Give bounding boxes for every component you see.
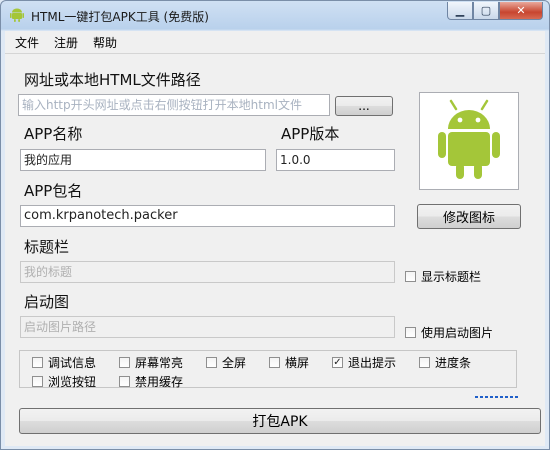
url-label: 网址或本地HTML文件路径 bbox=[24, 71, 201, 89]
close-icon: ✕ bbox=[516, 4, 526, 17]
checkbox-box bbox=[119, 376, 130, 387]
option-debug-checkbox[interactable]: 调试信息 bbox=[32, 354, 96, 371]
option-label: 退出提示 bbox=[348, 356, 397, 370]
option-label: 进度条 bbox=[435, 356, 472, 370]
checkbox-box bbox=[405, 327, 416, 338]
close-button[interactable]: ✕ bbox=[499, 2, 543, 20]
show-titlebar-checkbox[interactable]: 显示标题栏 bbox=[405, 268, 481, 285]
clipped-link[interactable] bbox=[475, 394, 519, 398]
option-keep-screen-on-checkbox[interactable]: 屏幕常亮 bbox=[119, 354, 183, 371]
browse-button[interactable]: ... bbox=[335, 96, 393, 116]
titlebar-label: 标题栏 bbox=[24, 238, 70, 256]
option-disable-cache-checkbox[interactable]: 禁用缓存 bbox=[119, 373, 183, 390]
option-label: 全屏 bbox=[222, 356, 247, 370]
menu-file[interactable]: 文件 bbox=[15, 34, 39, 51]
android-icon bbox=[10, 8, 24, 22]
checkbox-box bbox=[119, 357, 130, 368]
app-version-label: APP版本 bbox=[281, 125, 340, 143]
maximize-button[interactable]: ▢ bbox=[473, 2, 499, 20]
android-robot-icon bbox=[438, 99, 500, 179]
checkbox-box bbox=[206, 357, 217, 368]
app-window: HTML一键打包APK工具 (免费版) ▁ ▢ ✕ 文件 注册 帮助 网址或本地… bbox=[0, 0, 550, 450]
option-label: 屏幕常亮 bbox=[135, 356, 184, 370]
option-progress-bar-checkbox[interactable]: 进度条 bbox=[419, 354, 471, 371]
use-splash-checkbox[interactable]: 使用启动图片 bbox=[405, 324, 493, 341]
pack-apk-button[interactable]: 打包APK bbox=[19, 408, 541, 434]
url-input[interactable]: 输入http开头网址或点击右侧按钮打开本地html文件 bbox=[18, 94, 330, 116]
checkbox-box: ✓ bbox=[332, 356, 343, 368]
option-label: 禁用缓存 bbox=[135, 375, 184, 389]
window-controls: ▁ ▢ ✕ bbox=[447, 2, 543, 20]
checkbox-box bbox=[405, 271, 416, 282]
package-label: APP包名 bbox=[24, 182, 83, 200]
splash-input[interactable]: 启动图片路径 bbox=[20, 316, 395, 338]
main-panel: 网址或本地HTML文件路径 输入http开头网址或点击右侧按钮打开本地html文… bbox=[5, 54, 545, 446]
app-name-label: APP名称 bbox=[24, 125, 83, 143]
show-titlebar-label: 显示标题栏 bbox=[421, 270, 482, 284]
package-input[interactable]: com.krpanotech.packer bbox=[20, 205, 395, 227]
menu-help[interactable]: 帮助 bbox=[93, 34, 117, 51]
checkbox-box bbox=[269, 357, 280, 368]
option-label: 横屏 bbox=[285, 356, 310, 370]
use-splash-label: 使用启动图片 bbox=[421, 326, 494, 340]
titlebar-input[interactable]: 我的标题 bbox=[20, 261, 395, 283]
checkbox-box bbox=[419, 357, 430, 368]
app-icon-preview bbox=[419, 92, 519, 190]
option-label: 调试信息 bbox=[48, 356, 97, 370]
app-name-input[interactable]: 我的应用 bbox=[20, 149, 266, 171]
menu-register[interactable]: 注册 bbox=[54, 34, 78, 51]
menu-bar: 文件 注册 帮助 bbox=[5, 31, 545, 54]
option-label: 浏览按钮 bbox=[48, 375, 97, 389]
title-bar: HTML一键打包APK工具 (免费版) ▁ ▢ ✕ bbox=[1, 1, 549, 31]
minimize-button[interactable]: ▁ bbox=[447, 2, 473, 20]
option-exit-prompt-checkbox[interactable]: ✓ 退出提示 bbox=[332, 354, 396, 371]
app-version-input[interactable]: 1.0.0 bbox=[276, 149, 395, 171]
option-browse-buttons-checkbox[interactable]: 浏览按钮 bbox=[32, 373, 96, 390]
maximize-icon: ▢ bbox=[480, 4, 492, 17]
splash-label: 启动图 bbox=[24, 293, 70, 311]
option-landscape-checkbox[interactable]: 横屏 bbox=[269, 354, 309, 371]
option-fullscreen-checkbox[interactable]: 全屏 bbox=[206, 354, 246, 371]
checkbox-box bbox=[32, 376, 43, 387]
change-icon-button[interactable]: 修改图标 bbox=[417, 204, 521, 229]
minimize-icon: ▁ bbox=[455, 4, 465, 17]
checkbox-box bbox=[32, 357, 43, 368]
window-title: HTML一键打包APK工具 (免费版) bbox=[31, 10, 209, 24]
